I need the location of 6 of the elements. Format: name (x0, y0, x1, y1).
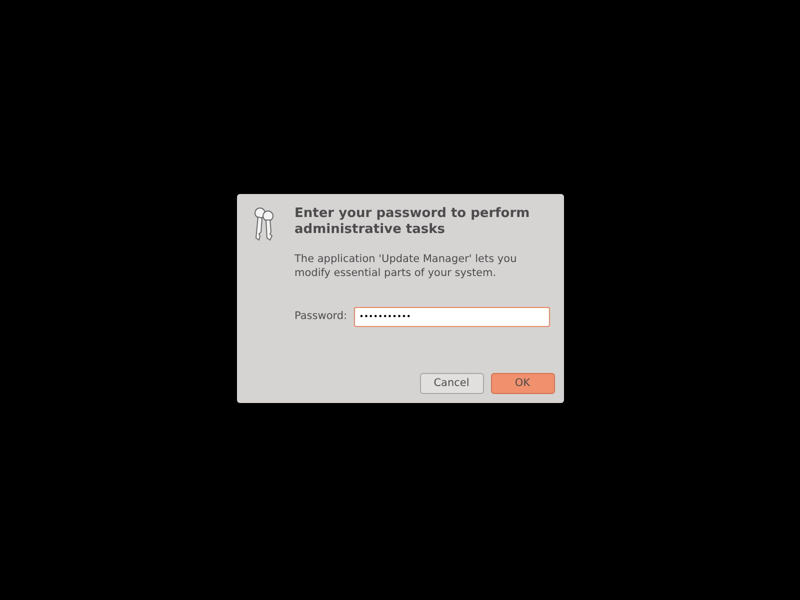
dialog-title: Enter your password to perform administrative tasks (294, 206, 531, 238)
cancel-button[interactable]: Cancel (420, 373, 484, 394)
password-label: Password: (294, 309, 348, 324)
password-field[interactable]: ••••••••••• (354, 307, 550, 327)
dialog-message: The application 'Update Manager' lets you modify essential parts of your system. (294, 252, 518, 280)
ok-button[interactable]: OK (490, 373, 554, 394)
